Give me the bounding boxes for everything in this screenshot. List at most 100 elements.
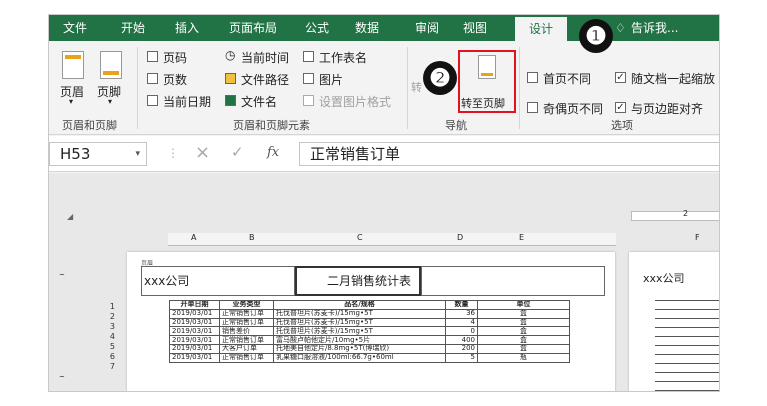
cancel-icon[interactable]: ×	[195, 142, 210, 163]
table-row[interactable]: 2019/03/01 正常销售订单 托伐普坦片(苏麦卡)/15mg•5T 36 …	[169, 308, 570, 319]
page-count-button[interactable]: 页数	[163, 71, 187, 88]
column-header-c[interactable]: C	[357, 233, 363, 242]
qty-cell[interactable]: 200	[445, 343, 478, 354]
current-date-button[interactable]: 当前日期	[163, 93, 211, 110]
company-name: xxx公司	[144, 274, 190, 288]
vertical-ruler-mark: ~	[59, 271, 65, 279]
unit-cell[interactable]: 盒	[477, 326, 570, 337]
goto-footer-button[interactable]: 转至页脚	[461, 95, 505, 111]
different-first-checkbox[interactable]	[527, 72, 538, 83]
table-row[interactable]: 2019/03/01 销售差价 托伐普坦片(苏麦卡)/15mg•5T 0 盒	[169, 326, 570, 337]
row-number[interactable]: 1	[89, 302, 115, 312]
formula-input[interactable]: 正常销售订单	[299, 142, 719, 166]
column-header-e[interactable]: E	[519, 233, 524, 242]
table-row[interactable]: 2019/03/01 正常销售订单 托伐普坦片(苏麦卡)/15mg•5T 4 盒	[169, 317, 570, 328]
column-header-a[interactable]: A	[191, 233, 196, 242]
row-number[interactable]: 2	[89, 312, 115, 322]
date-cell[interactable]: 2019/03/01	[169, 317, 220, 328]
page-layout-area: 2 ◢ A B C D E F ~ ~ 页眉 xxx公司 二月销售统计表 开单日…	[49, 173, 719, 391]
header-right-section[interactable]	[421, 266, 605, 296]
table-row[interactable]: 2019/03/01 大客户订单 托地美自他定片/8.8mg•5T(博瑞欣) 2…	[169, 343, 570, 354]
row-number[interactable]: 5	[89, 342, 115, 352]
table-row[interactable]: 2019/03/01 正常销售订单 富马酸卢帕他定片/10mg•5片 400 盒	[169, 335, 570, 345]
date-cell[interactable]: 2019/03/01	[169, 326, 220, 337]
scale-with-doc-checkbox[interactable]: ✓	[615, 72, 626, 83]
qty-cell[interactable]: 400	[445, 335, 478, 345]
format-picture-button[interactable]: 设置图片格式	[319, 93, 391, 110]
tab-page-layout[interactable]: 页面布局	[229, 15, 277, 41]
tab-design[interactable]: 设计	[515, 17, 568, 41]
row-number[interactable]: 4	[89, 332, 115, 342]
column-header-f[interactable]: F	[695, 233, 700, 242]
type-cell[interactable]: 正常销售订单	[219, 308, 274, 319]
align-margins-checkbox[interactable]: ✓	[615, 102, 626, 113]
file-path-button[interactable]: 文件路径	[241, 71, 289, 88]
footer-dropdown-icon[interactable]: ▾	[108, 97, 112, 106]
column-header-bar	[168, 233, 616, 246]
tab-file[interactable]: 文件	[63, 15, 87, 41]
date-cell[interactable]: 2019/03/01	[169, 352, 220, 363]
date-cell[interactable]: 2019/03/01	[169, 343, 220, 354]
row-number[interactable]: 7	[89, 362, 115, 372]
tab-view[interactable]: 视图	[463, 15, 487, 41]
name-box[interactable]: H53 ▾	[49, 142, 147, 166]
different-odd-even-checkbox[interactable]	[527, 102, 538, 113]
tab-data[interactable]: 数据	[355, 15, 379, 41]
group-label-header-footer: 页眉和页脚	[62, 119, 117, 132]
qty-cell[interactable]: 36	[445, 308, 478, 319]
sheet-name-button[interactable]: 工作表名	[319, 49, 367, 66]
column-header-b[interactable]: B	[249, 233, 255, 242]
ruler-mark: 2	[683, 209, 689, 218]
product-cell[interactable]: 富马酸卢帕他定片/10mg•5片	[273, 335, 446, 345]
goto-header-button[interactable]: 转	[411, 79, 422, 95]
row-number[interactable]: 6	[89, 352, 115, 362]
picture-icon	[303, 73, 314, 84]
ruler-area	[49, 173, 719, 223]
unit-cell[interactable]: 盒	[477, 317, 570, 328]
date-cell[interactable]: 2019/03/01	[169, 308, 220, 319]
different-odd-even-label: 奇偶页不同	[543, 102, 604, 116]
type-cell[interactable]: 正常销售订单	[219, 317, 274, 328]
tell-me-box[interactable]: 告诉我...	[631, 15, 678, 41]
date-cell[interactable]: 2019/03/01	[169, 335, 220, 345]
tab-review[interactable]: 审阅	[415, 15, 439, 41]
table-row[interactable]: 2019/03/01 正常销售订单 乳果糖口服溶液/100ml:66.7g•60…	[169, 352, 570, 363]
tab-insert[interactable]: 插入	[175, 15, 199, 41]
current-time-button[interactable]: 当前时间	[241, 49, 289, 66]
unit-cell[interactable]: 盒	[477, 343, 570, 354]
format-picture-icon	[303, 95, 314, 106]
header-center-section[interactable]: 二月销售统计表	[295, 266, 421, 296]
product-cell[interactable]: 托伐普坦片(苏麦卡)/15mg•5T	[273, 317, 446, 328]
unit-cell[interactable]: 瓶	[477, 352, 570, 363]
type-cell[interactable]: 大客户订单	[219, 343, 274, 354]
unit-cell[interactable]: 盒	[477, 308, 570, 319]
product-cell[interactable]: 托伐普坦片(苏麦卡)/15mg•5T	[273, 326, 446, 337]
qty-cell[interactable]: 4	[445, 317, 478, 328]
page-number-button[interactable]: 页码	[163, 49, 187, 66]
qty-cell[interactable]: 0	[445, 326, 478, 337]
product-cell[interactable]: 托伐普坦片(苏麦卡)/15mg•5T	[273, 308, 446, 319]
col-unit-header: 单位	[477, 300, 570, 310]
calendar-icon	[147, 95, 158, 106]
type-cell[interactable]: 正常销售订单	[219, 352, 274, 363]
product-cell[interactable]: 托地美自他定片/8.8mg•5T(博瑞欣)	[273, 343, 446, 354]
enter-icon[interactable]: ✓	[231, 143, 244, 161]
picture-button[interactable]: 图片	[319, 71, 343, 88]
row-number[interactable]	[89, 372, 115, 382]
row-number[interactable]: 3	[89, 322, 115, 332]
column-header-d[interactable]: D	[457, 233, 463, 242]
name-box-dropdown-icon[interactable]: ▾	[135, 143, 140, 165]
product-cell[interactable]: 乳果糖口服溶液/100ml:66.7g•60ml	[273, 352, 446, 363]
unit-cell[interactable]: 盒	[477, 335, 570, 345]
type-cell[interactable]: 销售差价	[219, 326, 274, 337]
insert-function-icon[interactable]: fx	[267, 145, 279, 160]
qty-cell[interactable]: 5	[445, 352, 478, 363]
horizontal-ruler	[631, 211, 719, 221]
file-name-button[interactable]: 文件名	[241, 93, 277, 110]
tab-home[interactable]: 开始	[121, 15, 145, 41]
tab-formulas[interactable]: 公式	[305, 15, 329, 41]
header-left-section[interactable]: xxx公司	[141, 266, 295, 296]
header-dropdown-icon[interactable]: ▾	[69, 97, 73, 106]
type-cell[interactable]: 正常销售订单	[219, 335, 274, 345]
excel-file-icon	[225, 95, 236, 106]
